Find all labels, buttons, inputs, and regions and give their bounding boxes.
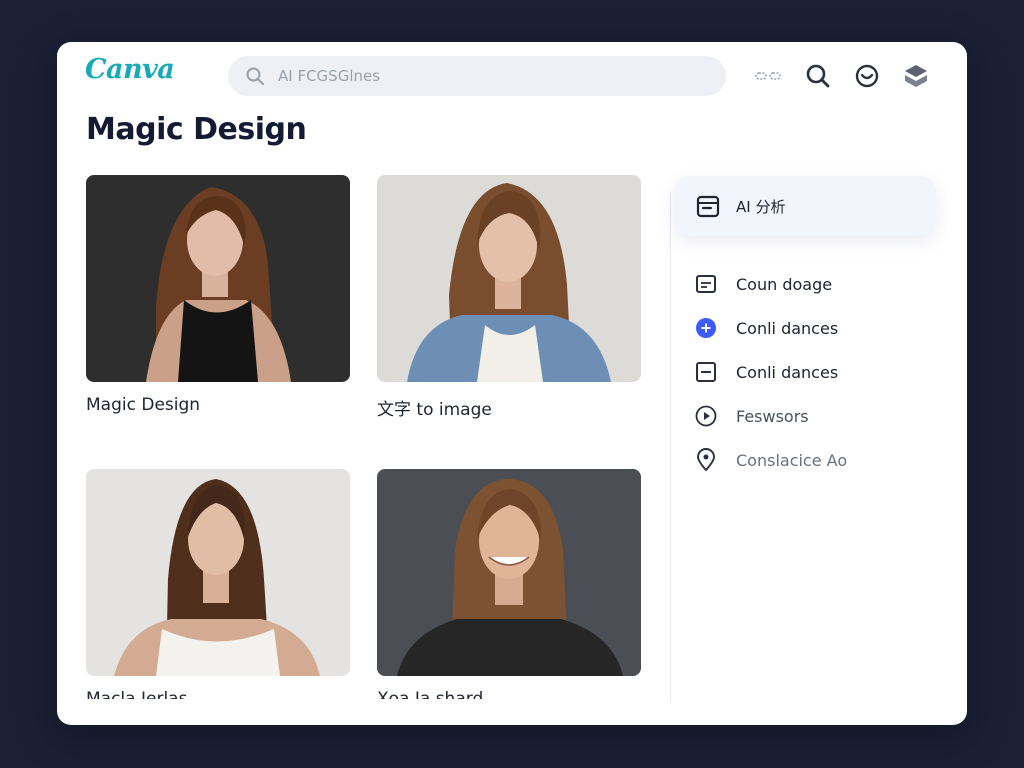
template-thumbnail[interactable] <box>86 469 350 676</box>
plus-circle-icon <box>693 315 719 341</box>
app-window: Canva Magic Design <box>57 42 967 725</box>
sidebar-item-label: Coun doage <box>736 274 833 294</box>
search-icon[interactable] <box>802 60 834 92</box>
chat-icon[interactable] <box>851 60 883 92</box>
sidebar-item-label: Conslacice Ao <box>736 450 848 470</box>
sidebar-item-document[interactable]: Coun doage <box>693 262 847 306</box>
template-card[interactable]: Xoa Ia shard <box>377 469 641 699</box>
sidebar-item-label: Conli dances <box>736 362 839 382</box>
minus-square-icon <box>693 359 719 385</box>
search-bar[interactable] <box>228 56 726 96</box>
sidebar-item-label: AI 分析 <box>736 197 786 216</box>
template-card[interactable]: Magic Design <box>86 175 350 415</box>
play-icon <box>693 403 719 429</box>
sidebar-item-label: Conli dances <box>736 318 839 338</box>
search-icon <box>244 65 266 87</box>
page-title: Magic Design <box>86 112 307 147</box>
sidebar-item-add[interactable]: Conli dances <box>693 306 847 350</box>
calendar-icon <box>694 192 722 220</box>
template-thumbnail[interactable] <box>377 175 641 382</box>
link-icon[interactable] <box>753 60 785 92</box>
header-actions <box>753 60 949 92</box>
location-pin-icon <box>693 447 719 473</box>
document-icon <box>693 271 719 297</box>
sidebar-list: Coun doage Conli dances Conli dances Fes… <box>693 262 847 482</box>
sidebar-item-location[interactable]: Conslacice Ao <box>693 438 847 482</box>
sidebar-item-remove[interactable]: Conli dances <box>693 350 847 394</box>
sidebar-item-play[interactable]: Feswsors <box>693 394 847 438</box>
canva-logo[interactable]: Canva <box>85 54 175 85</box>
template-label: Macla Ierlas <box>86 689 188 699</box>
layers-icon[interactable] <box>900 60 932 92</box>
template-label: Magic Design <box>86 395 201 415</box>
search-input[interactable] <box>276 66 700 86</box>
sidebar-divider <box>670 192 671 702</box>
template-card[interactable]: Macla Ierlas <box>86 469 350 699</box>
sidebar-item-ai[interactable]: AI 分析 <box>674 176 936 236</box>
template-label: 文字 to image <box>377 400 492 420</box>
sidebar-item-label: Feswsors <box>736 406 809 426</box>
template-label: Xoa Ia shard <box>377 689 484 699</box>
template-card[interactable]: 文字 to image <box>377 175 641 420</box>
template-thumbnail[interactable] <box>86 175 350 382</box>
template-thumbnail[interactable] <box>377 469 641 676</box>
